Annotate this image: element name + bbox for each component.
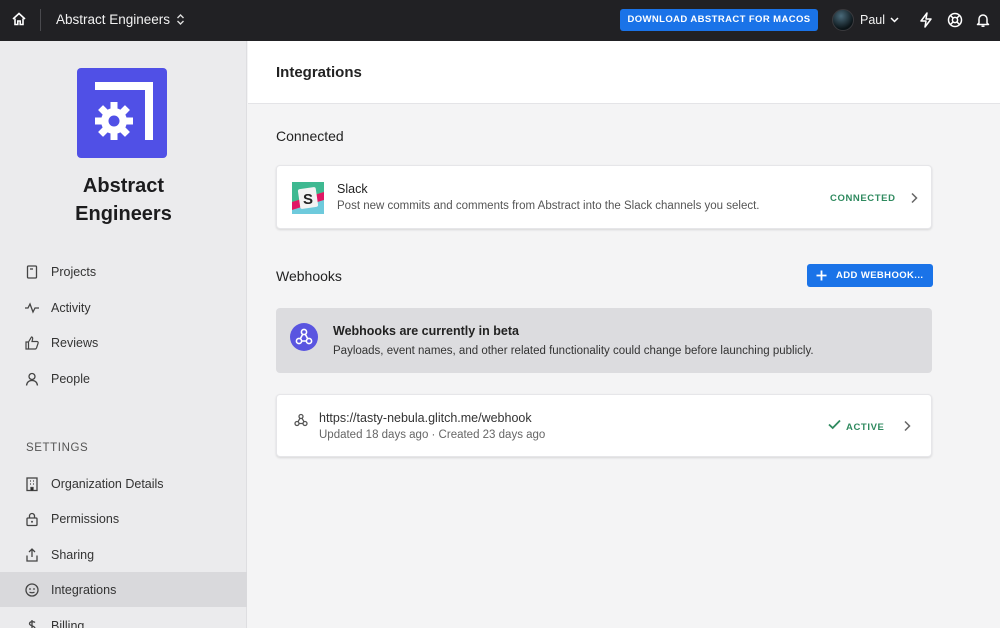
sidebar-item-billing[interactable]: Billing — [0, 608, 247, 628]
building-icon — [26, 476, 38, 491]
page-header: Integrations — [248, 41, 1000, 104]
beta-notice-body: Payloads, event names, and other related… — [333, 345, 814, 357]
people-icon — [25, 372, 39, 386]
active-status-badge: ACTIVE — [846, 422, 885, 433]
sidebar-item-label: Permissions — [51, 511, 120, 526]
divider — [40, 9, 41, 31]
add-webhook-label: ADD WEBHOOK... — [836, 270, 924, 281]
svg-text:S: S — [303, 191, 313, 208]
slack-logo-icon: S — [290, 180, 326, 216]
sidebar-item-activity[interactable]: Activity — [0, 290, 247, 325]
sidebar-item-permissions[interactable]: Permissions — [0, 501, 247, 536]
chevron-up-down-icon — [177, 14, 185, 25]
home-icon[interactable] — [11, 11, 27, 27]
download-button[interactable]: DOWNLOAD ABSTRACT FOR MACOS — [620, 9, 818, 31]
sidebar-item-label: Reviews — [51, 335, 99, 350]
sidebar-item-people[interactable]: People — [0, 361, 247, 396]
top-bar: Abstract Engineers DOWNLOAD ABSTRACT FOR… — [0, 0, 1000, 41]
settings-heading: SETTINGS — [26, 442, 89, 454]
avatar[interactable] — [832, 9, 854, 31]
check-icon — [828, 419, 841, 430]
bell-icon[interactable] — [974, 11, 992, 29]
activity-icon — [25, 301, 39, 314]
connected-heading: Connected — [276, 128, 344, 144]
dollar-icon — [28, 619, 36, 628]
sidebar-item-label: Billing — [51, 618, 85, 628]
page-title: Integrations — [276, 64, 362, 81]
sidebar-item-label: Organization Details — [51, 476, 164, 491]
sidebar-item-organization-details[interactable]: Organization Details — [0, 466, 247, 501]
reviews-icon — [25, 335, 39, 350]
org-switcher-label: Abstract Engineers — [56, 12, 171, 27]
org-switcher[interactable]: Abstract Engineers — [56, 12, 185, 27]
webhook-icon — [294, 413, 308, 427]
webhooks-heading: Webhooks — [276, 268, 342, 284]
chevron-right-icon — [904, 420, 911, 432]
sidebar-item-label: People — [51, 371, 90, 386]
sidebar-item-label: Integrations — [51, 582, 117, 597]
plus-icon — [816, 270, 827, 281]
webhook-meta: Updated 18 days ago · Created 23 days ag… — [319, 429, 546, 441]
sidebar-item-sharing[interactable]: Sharing — [0, 537, 247, 572]
user-name: Paul — [860, 13, 886, 27]
webhook-url: https://tasty-nebula.glitch.me/webhook — [319, 411, 532, 425]
lightning-icon[interactable] — [917, 11, 935, 29]
beta-notice: Webhooks are currently in beta Payloads,… — [276, 308, 932, 373]
slack-integration-card[interactable]: S Slack Post new commits and comments fr… — [276, 165, 932, 229]
share-icon — [26, 547, 38, 562]
slack-title: Slack — [337, 182, 368, 196]
chevron-down-icon — [890, 17, 899, 23]
help-icon[interactable] — [946, 11, 964, 29]
sidebar-item-projects[interactable]: Projects — [0, 254, 247, 289]
sidebar-item-label: Activity — [51, 300, 91, 315]
org-logo — [77, 68, 167, 158]
sidebar-item-label: Projects — [51, 264, 97, 279]
sidebar-item-reviews[interactable]: Reviews — [0, 325, 247, 360]
sidebar: Abstract Engineers Projects Activity Rev… — [0, 41, 247, 628]
webhook-card[interactable]: https://tasty-nebula.glitch.me/webhook U… — [276, 394, 932, 457]
connected-status-badge: CONNECTED — [830, 193, 896, 204]
integrations-icon — [25, 582, 39, 597]
org-name-line1: Abstract — [82, 175, 165, 197]
org-name-line2: Engineers — [75, 203, 172, 225]
sidebar-item-integrations[interactable]: Integrations — [0, 572, 247, 607]
chevron-right-icon — [911, 192, 918, 204]
slack-description: Post new commits and comments from Abstr… — [337, 200, 760, 212]
add-webhook-button[interactable]: ADD WEBHOOK... — [807, 264, 933, 287]
org-name: Abstract Engineers — [0, 172, 247, 228]
webhook-badge-icon — [290, 323, 318, 351]
gear-icon — [95, 82, 153, 140]
lock-icon — [26, 512, 38, 526]
sidebar-item-label: Sharing — [51, 547, 95, 562]
beta-notice-title: Webhooks are currently in beta — [333, 324, 519, 338]
projects-icon — [26, 264, 38, 279]
user-menu[interactable]: Paul — [860, 13, 899, 27]
